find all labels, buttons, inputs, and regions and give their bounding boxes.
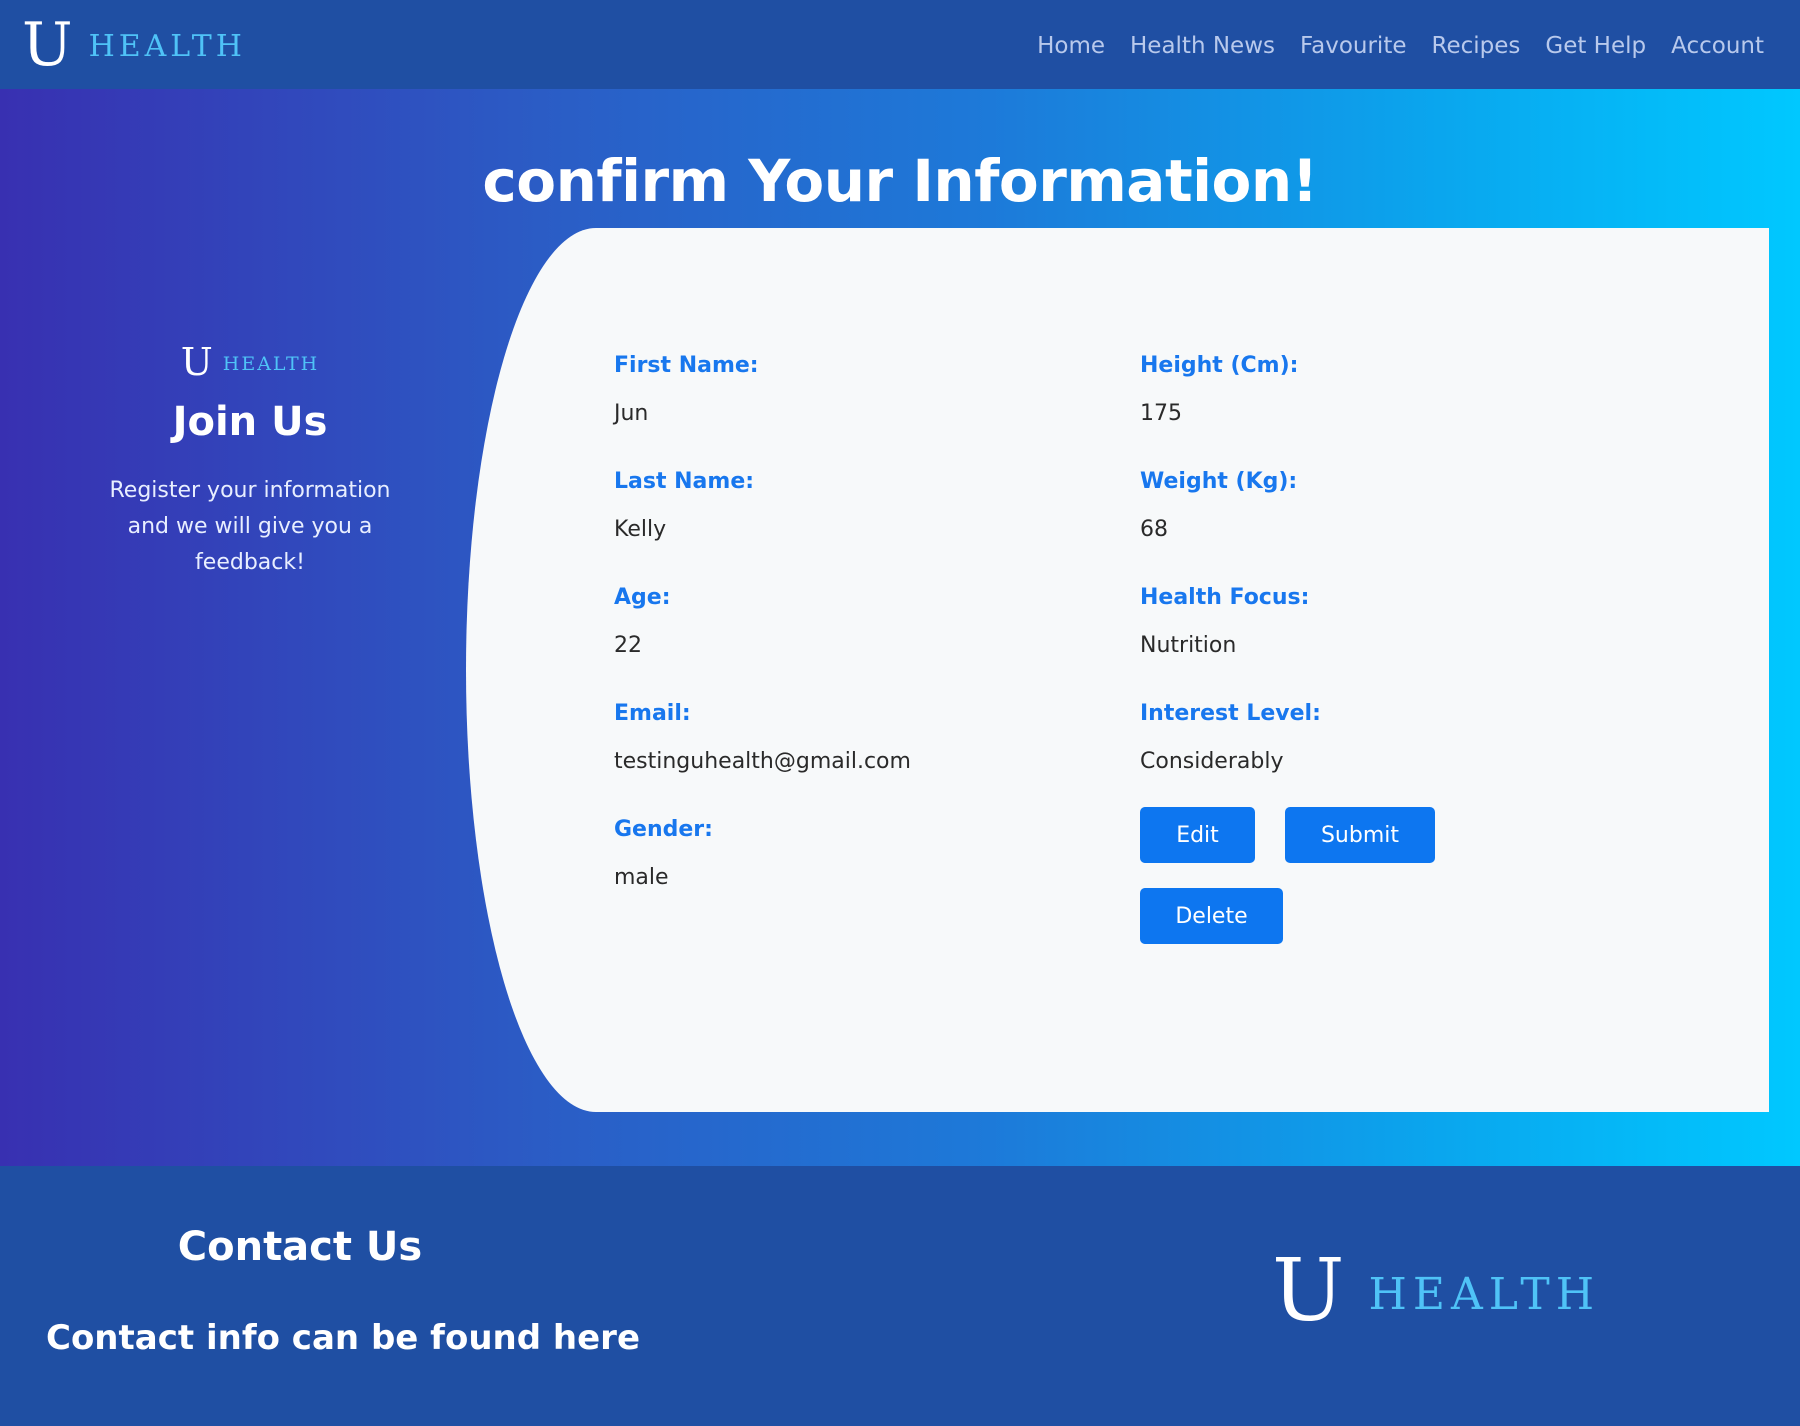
- submit-button[interactable]: Submit: [1285, 807, 1435, 863]
- brand-logo-text: HEALTH: [88, 28, 246, 64]
- join-brand-u: U: [180, 340, 213, 384]
- field-value: Considerably: [1140, 749, 1284, 774]
- nav-link-account[interactable]: Account: [1671, 33, 1764, 59]
- field-value: 68: [1140, 517, 1168, 542]
- field-last-name: Last Name: Kelly: [614, 469, 1114, 543]
- join-title: Join Us: [172, 399, 328, 445]
- delete-button[interactable]: Delete: [1140, 888, 1283, 944]
- field-value: 22: [614, 633, 642, 658]
- join-description: Register your information and we will gi…: [109, 478, 391, 575]
- footer: Contact Us Contact info can be found her…: [0, 1166, 1800, 1426]
- nav-link-recipes[interactable]: Recipes: [1432, 33, 1521, 59]
- nav-links: Home Health News Favourite Recipes Get H…: [1037, 0, 1764, 92]
- field-weight: Weight (Kg): 68: [1140, 469, 1700, 543]
- footer-brand-text: HEALTH: [1368, 1268, 1601, 1320]
- field-first-name: First Name: Jun: [614, 353, 1114, 427]
- brand-logo[interactable]: U HEALTH: [22, 10, 246, 80]
- nav-link-health-news[interactable]: Health News: [1130, 33, 1275, 59]
- edit-button[interactable]: Edit: [1140, 807, 1255, 863]
- field-label: Health Focus:: [1140, 585, 1310, 610]
- confirm-info-card: First Name: Jun Last Name: Kelly Age: 22…: [466, 228, 1769, 1112]
- brand-logo-u: U: [22, 10, 73, 80]
- field-label: Gender:: [614, 817, 713, 842]
- contact-info: Contact info can be found here: [46, 1318, 641, 1358]
- field-label: Age:: [614, 585, 671, 610]
- footer-brand-logo: U HEALTH: [1272, 1248, 1600, 1334]
- info-column-right: Height (Cm): 175 Weight (Kg): 68 Health …: [1140, 353, 1700, 944]
- field-value: Jun: [614, 401, 649, 426]
- field-value: testinguhealth@gmail.com: [614, 749, 911, 774]
- field-age: Age: 22: [614, 585, 1114, 659]
- field-value: Kelly: [614, 517, 667, 542]
- join-panel: U HEALTH Join Us Register your informati…: [90, 343, 410, 581]
- action-buttons: Edit Submit: [1140, 807, 1700, 863]
- field-interest-level: Interest Level: Considerably: [1140, 701, 1700, 775]
- nav-link-get-help[interactable]: Get Help: [1545, 33, 1646, 59]
- field-label: First Name:: [614, 353, 759, 378]
- info-column-left: First Name: Jun Last Name: Kelly Age: 22…: [614, 353, 1114, 933]
- field-value: male: [614, 865, 669, 890]
- hero-section: confirm Your Information! U HEALTH Join …: [0, 89, 1800, 1166]
- field-label: Weight (Kg):: [1140, 469, 1298, 494]
- field-gender: Gender: male: [614, 817, 1114, 891]
- field-label: Interest Level:: [1140, 701, 1321, 726]
- contact-title: Contact Us: [177, 1224, 423, 1270]
- field-height: Height (Cm): 175: [1140, 353, 1700, 427]
- nav-link-home[interactable]: Home: [1037, 33, 1105, 59]
- field-label: Last Name:: [614, 469, 755, 494]
- join-brand-text: HEALTH: [222, 353, 320, 375]
- field-email: Email: testinguhealth@gmail.com: [614, 701, 1114, 775]
- field-health-focus: Health Focus: Nutrition: [1140, 585, 1700, 659]
- join-brand-logo: U HEALTH: [90, 343, 410, 381]
- page-title: confirm Your Information!: [482, 147, 1318, 215]
- footer-brand-u: U: [1272, 1241, 1345, 1341]
- field-label: Height (Cm):: [1140, 353, 1299, 378]
- field-value: Nutrition: [1140, 633, 1237, 658]
- field-value: 175: [1140, 401, 1182, 426]
- field-label: Email:: [614, 701, 691, 726]
- navbar: U HEALTH Home Health News Favourite Reci…: [0, 0, 1800, 89]
- nav-link-favourite[interactable]: Favourite: [1300, 33, 1407, 59]
